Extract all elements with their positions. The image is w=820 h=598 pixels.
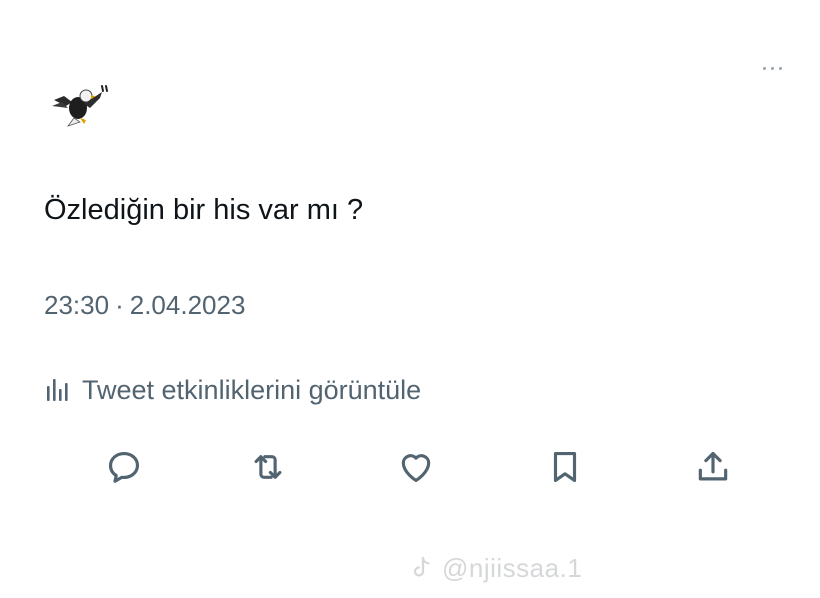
bookmark-button[interactable] xyxy=(538,440,592,494)
bookmark-icon xyxy=(553,451,577,483)
tweet-timestamp[interactable]: 23:30 · 2.04.2023 xyxy=(44,287,245,323)
heart-icon xyxy=(401,454,431,483)
share-icon xyxy=(698,451,728,481)
tweet-time: 23:30 xyxy=(44,290,110,320)
view-tweet-activity-link[interactable]: Tweet etkinliklerini görüntüle xyxy=(44,370,421,410)
tweet-text: Özlediğin bir his var mı ? xyxy=(44,194,364,226)
share-button[interactable] xyxy=(686,440,740,494)
tiktok-icon xyxy=(413,556,430,577)
tweet-activity-label: Tweet etkinliklerini görüntüle xyxy=(82,375,422,405)
watermark-handle: @njiissaa.1 xyxy=(442,552,583,583)
like-button[interactable] xyxy=(389,440,443,494)
analytics-bars-icon xyxy=(47,379,68,401)
timestamp-separator: · xyxy=(115,290,124,320)
eagle-icon xyxy=(52,85,108,127)
avatar[interactable] xyxy=(50,82,112,128)
reply-button[interactable] xyxy=(97,440,151,494)
more-options-button[interactable] xyxy=(752,56,792,80)
tiktok-watermark: @njiissaa.1 xyxy=(408,548,582,588)
more-dots-icon xyxy=(762,66,782,70)
reply-icon xyxy=(108,451,140,483)
retweet-button[interactable] xyxy=(241,440,295,494)
tweet-action-bar xyxy=(0,440,820,494)
retweet-icon xyxy=(254,455,282,479)
tweet-date: 2.04.2023 xyxy=(129,290,246,320)
